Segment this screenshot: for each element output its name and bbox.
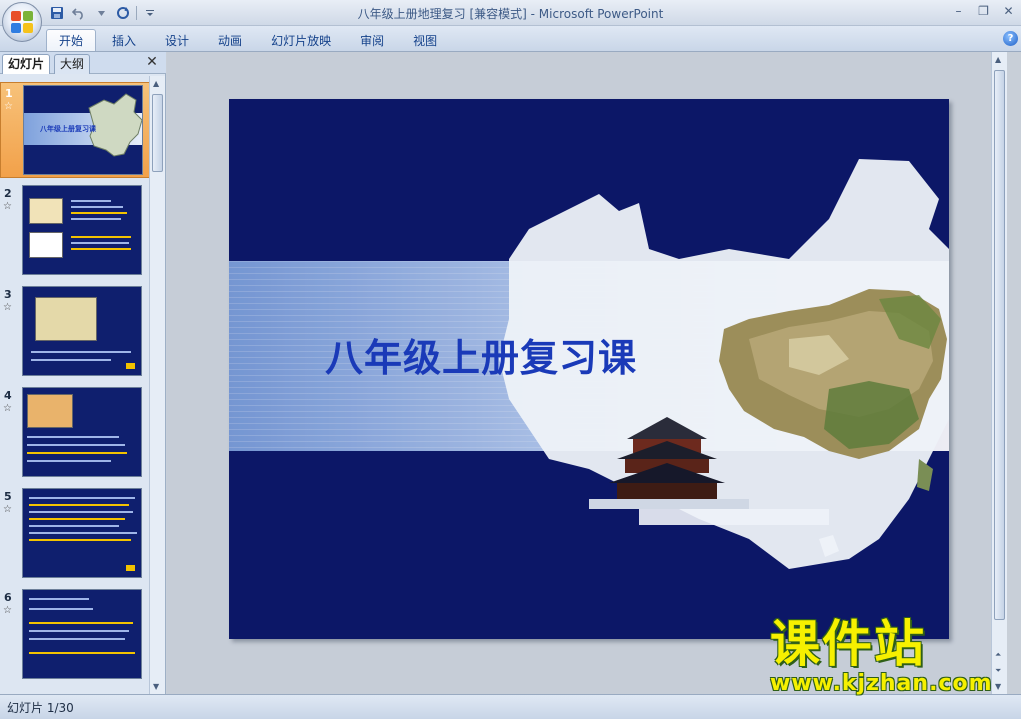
preview-badge bbox=[126, 565, 135, 571]
preview-text-line bbox=[27, 436, 119, 438]
slide-preview: 八年级上册复习课 bbox=[23, 85, 143, 175]
title-bar: 八年级上册地理复习 [兼容模式] - Microsoft PowerPoint … bbox=[0, 0, 1021, 26]
preview-text-line bbox=[29, 622, 133, 624]
preview-text-line bbox=[71, 236, 131, 238]
slide-thumbnail-6[interactable]: 6 ☆ bbox=[0, 587, 150, 683]
slide-thumbnail-2[interactable]: 2 ☆ bbox=[0, 183, 150, 279]
preview-text-line bbox=[71, 206, 123, 208]
preview-badge bbox=[126, 363, 135, 369]
tab-home[interactable]: 开始 bbox=[46, 29, 97, 51]
preview-text-line bbox=[31, 351, 131, 353]
animation-star-icon: ☆ bbox=[3, 403, 12, 414]
preview-text-line bbox=[29, 652, 135, 654]
window-controls: – ❐ ✕ bbox=[946, 0, 1021, 22]
slide-thumbnail-4[interactable]: 4 ☆ bbox=[0, 385, 150, 481]
preview-text-line bbox=[27, 444, 125, 446]
scrollbar-thumb[interactable] bbox=[152, 94, 163, 172]
tab-design[interactable]: 设计 bbox=[152, 29, 202, 51]
ribbon-tabs: 开始 插入 设计 动画 幻灯片放映 审阅 视图 bbox=[46, 29, 453, 51]
preview-text-line bbox=[29, 511, 133, 513]
watermark-url: www.kjzhan.com bbox=[770, 671, 993, 696]
slide-preview bbox=[22, 488, 142, 578]
minimize-button[interactable]: – bbox=[946, 0, 971, 22]
preview-map-image bbox=[29, 198, 63, 224]
preview-text-line bbox=[29, 532, 137, 534]
preview-text-line bbox=[31, 359, 111, 361]
thumbnail-scrollbar[interactable]: ▲ ▼ bbox=[149, 76, 165, 694]
animation-star-icon: ☆ bbox=[3, 605, 12, 616]
slide-number: 1 bbox=[5, 87, 13, 100]
preview-text-line bbox=[29, 598, 89, 600]
restore-button[interactable]: ❐ bbox=[971, 0, 996, 22]
preview-text-line bbox=[29, 504, 129, 506]
preview-text-line bbox=[29, 497, 135, 499]
scroll-up-icon[interactable]: ▲ bbox=[153, 79, 159, 88]
slide-number: 2 bbox=[4, 187, 12, 200]
status-bar: 幻灯片 1/30 bbox=[0, 694, 1021, 719]
scroll-up-icon[interactable]: ▲ bbox=[995, 55, 1001, 64]
tab-slides[interactable]: 幻灯片 bbox=[2, 54, 51, 74]
scrollbar-thumb[interactable] bbox=[994, 70, 1005, 620]
preview-text-line bbox=[29, 638, 125, 640]
slide-number: 4 bbox=[4, 389, 12, 402]
preview-text-line bbox=[29, 608, 93, 610]
tab-insert[interactable]: 插入 bbox=[99, 29, 149, 51]
slide-thumbnail-list: 1 ☆ 八年级上册复习课 2 ☆ 3 ☆ 4 ☆ 5 ☆ 6 ☆ bbox=[0, 76, 150, 694]
animation-star-icon: ☆ bbox=[3, 201, 12, 212]
tab-review[interactable]: 审阅 bbox=[347, 29, 397, 51]
preview-text-line bbox=[27, 460, 111, 462]
slide-scrollbar[interactable]: ▲ ⏶ ⏷ ▼ bbox=[991, 52, 1007, 694]
slide-number: 6 bbox=[4, 591, 12, 604]
animation-star-icon: ☆ bbox=[4, 101, 13, 112]
preview-text-line bbox=[29, 518, 125, 520]
tab-outline[interactable]: 大纲 bbox=[54, 54, 91, 74]
tab-view[interactable]: 视图 bbox=[400, 29, 450, 51]
preview-map-image bbox=[29, 232, 63, 258]
watermark-logo: 课件站 www.kjzhan.com bbox=[770, 616, 1010, 696]
preview-text-line bbox=[71, 212, 127, 214]
ribbon: 开始 插入 设计 动画 幻灯片放映 审阅 视图 ? bbox=[0, 26, 1021, 52]
slide-thumbnail-3[interactable]: 3 ☆ bbox=[0, 284, 150, 380]
slides-panel: 幻灯片 大纲 ✕ 1 ☆ 八年级上册复习课 2 ☆ 3 ☆ 4 ☆ 5 ☆ 6 … bbox=[0, 52, 166, 694]
slide-number: 5 bbox=[4, 490, 12, 503]
preview-map-image bbox=[27, 394, 73, 428]
watermark-text: 课件站 bbox=[770, 615, 926, 673]
preview-text-line bbox=[71, 248, 131, 250]
preview-text-line bbox=[29, 630, 129, 632]
office-button[interactable] bbox=[2, 2, 42, 42]
window-title: 八年级上册地理复习 [兼容模式] - Microsoft PowerPoint bbox=[357, 7, 664, 21]
scroll-down-icon[interactable]: ▼ bbox=[153, 682, 159, 691]
slide-number: 3 bbox=[4, 288, 12, 301]
preview-text-line bbox=[71, 242, 129, 244]
preview-text-line bbox=[29, 525, 119, 527]
preview-text-line bbox=[29, 539, 131, 541]
tab-animations[interactable]: 动画 bbox=[205, 29, 255, 51]
slide-title[interactable]: 八年级上册复习课 bbox=[325, 327, 637, 382]
panel-tabs: 幻灯片 大纲 ✕ bbox=[0, 52, 166, 74]
animation-star-icon: ☆ bbox=[3, 504, 12, 515]
slide-preview bbox=[22, 387, 142, 477]
slide-canvas[interactable]: 八年级上册复习课 bbox=[229, 99, 949, 639]
slide-preview bbox=[22, 185, 142, 275]
preview-title: 八年级上册复习课 bbox=[40, 125, 96, 133]
close-icon[interactable]: ✕ bbox=[144, 54, 160, 70]
preview-text-line bbox=[71, 200, 111, 202]
preview-text-line bbox=[27, 452, 127, 454]
close-button[interactable]: ✕ bbox=[996, 0, 1021, 22]
slide-thumbnail-1[interactable]: 1 ☆ 八年级上册复习课 bbox=[0, 82, 150, 178]
slide-preview bbox=[22, 286, 142, 376]
tab-slide-show[interactable]: 幻灯片放映 bbox=[258, 29, 344, 51]
slide-editor: 八年级上册复习课 ▲ ⏶ ⏷ ▼ bbox=[167, 52, 1007, 694]
slide-thumbnail-5[interactable]: 5 ☆ bbox=[0, 486, 150, 582]
office-logo-icon bbox=[11, 11, 33, 33]
slide-counter: 幻灯片 1/30 bbox=[7, 701, 74, 715]
animation-star-icon: ☆ bbox=[3, 302, 12, 313]
help-icon[interactable]: ? bbox=[1003, 31, 1018, 46]
preview-map-image bbox=[35, 297, 97, 341]
preview-text-line bbox=[71, 218, 121, 220]
slide-preview bbox=[22, 589, 142, 679]
